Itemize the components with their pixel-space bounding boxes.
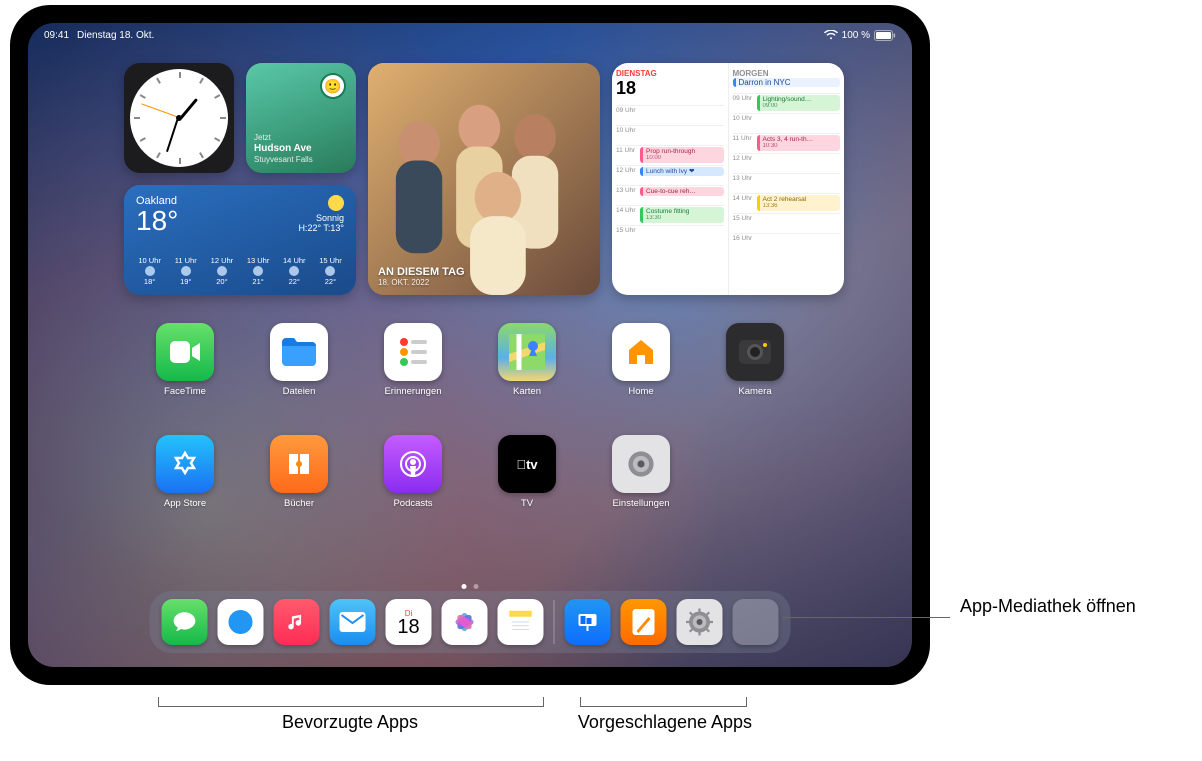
- dock-mail[interactable]: [330, 599, 376, 645]
- home-screen: 09:41 Dienstag 18. Okt. 100 %: [28, 23, 912, 667]
- facetime-icon: [156, 323, 214, 381]
- app-label: TV: [521, 498, 533, 509]
- app-label: Erinnerungen: [384, 386, 441, 397]
- dock-settings[interactable]: [677, 599, 723, 645]
- weather-widget[interactable]: Oakland 18° Sonnig H:22° T:13° 10 Uhr18°…: [124, 185, 356, 295]
- calendar-widget[interactable]: DIENSTAG 18 09 Uhr10 Uhr11 UhrProp run-t…: [612, 63, 844, 295]
- status-bar: 09:41 Dienstag 18. Okt. 100 %: [28, 23, 912, 47]
- dock-keynote[interactable]: [565, 599, 611, 645]
- findmy-now: Jetzt: [254, 133, 313, 143]
- appstore-icon: [156, 435, 214, 493]
- svg-text:tv: tv: [516, 457, 538, 472]
- app-facetime[interactable]: FaceTime: [128, 323, 242, 397]
- bracket-sugg: [580, 697, 747, 707]
- findmy-widget[interactable]: 🙂 Jetzt Hudson Ave Stuyvesant Falls: [246, 63, 356, 173]
- clock-widget[interactable]: [124, 63, 234, 173]
- dock-notes[interactable]: [498, 599, 544, 645]
- photos-date: 18. OKT. 2022: [378, 278, 465, 287]
- status-battery-text: 100 %: [842, 30, 870, 41]
- photos-title: AN DIESEM TAG: [378, 266, 465, 278]
- app-podcasts[interactable]: Podcasts: [356, 435, 470, 509]
- battery-icon: [874, 30, 896, 41]
- findmy-place: Hudson Ave: [254, 143, 313, 156]
- camera-icon: [726, 323, 784, 381]
- app-appstore[interactable]: App Store: [128, 435, 242, 509]
- dock-cal-day: 18: [397, 618, 419, 636]
- callout-fav: Bevorzugte Apps: [130, 712, 570, 733]
- app-label: FaceTime: [164, 386, 206, 397]
- cal-tomorrow-sub: Darron in NYC: [733, 78, 841, 87]
- dock-photos[interactable]: [442, 599, 488, 645]
- dock-calendar[interactable]: Di 18: [386, 599, 432, 645]
- app-camera[interactable]: Kamera: [698, 323, 812, 397]
- callout-leader: [782, 617, 950, 618]
- files-icon: [270, 323, 328, 381]
- dock-messages[interactable]: [162, 599, 208, 645]
- dock-music[interactable]: [274, 599, 320, 645]
- home-icon: [612, 323, 670, 381]
- status-time: 09:41: [44, 30, 69, 41]
- cal-today-label: DIENSTAG: [616, 69, 724, 78]
- page-indicator[interactable]: [462, 584, 479, 589]
- dock-safari[interactable]: [218, 599, 264, 645]
- app-label: Dateien: [283, 386, 316, 397]
- app-label: Kamera: [738, 386, 771, 397]
- app-label: Karten: [513, 386, 541, 397]
- app-label: Bücher: [284, 498, 314, 509]
- app-label: App Store: [164, 498, 206, 509]
- app-reminders[interactable]: Erinnerungen: [356, 323, 470, 397]
- callout-applib: App-Mediathek öffnen: [960, 595, 1180, 618]
- settings-icon: [612, 435, 670, 493]
- status-date: Dienstag 18. Okt.: [77, 30, 154, 41]
- app-label: Einstellungen: [612, 498, 669, 509]
- cal-tomorrow-label: MORGEN: [733, 69, 841, 78]
- cal-today-day: 18: [616, 78, 724, 99]
- maps-icon: [498, 323, 556, 381]
- ipad-frame: 09:41 Dienstag 18. Okt. 100 %: [10, 5, 930, 685]
- tv-icon: tv: [498, 435, 556, 493]
- app-books[interactable]: Bücher: [242, 435, 356, 509]
- reminders-icon: [384, 323, 442, 381]
- app-maps[interactable]: Karten: [470, 323, 584, 397]
- app-home[interactable]: Home: [584, 323, 698, 397]
- dock-separator: [554, 600, 555, 644]
- weather-hilo: H:22° T:13°: [298, 223, 344, 233]
- app-files[interactable]: Dateien: [242, 323, 356, 397]
- findmy-avatar-icon: 🙂: [320, 73, 346, 99]
- bracket-fav: [158, 697, 544, 707]
- app-tv[interactable]: tv TV: [470, 435, 584, 509]
- dock: Di 18: [150, 591, 791, 653]
- podcasts-icon: [384, 435, 442, 493]
- weather-cond: Sonnig: [298, 213, 344, 223]
- app-settings[interactable]: Einstellungen: [584, 435, 698, 509]
- app-label: Podcasts: [393, 498, 432, 509]
- photos-widget[interactable]: AN DIESEM TAG 18. OKT. 2022: [368, 63, 600, 295]
- dock-app-library[interactable]: [733, 599, 779, 645]
- app-label: Home: [628, 386, 653, 397]
- sun-icon: [328, 195, 344, 211]
- dock-pages[interactable]: [621, 599, 667, 645]
- findmy-area: Stuyvesant Falls: [254, 155, 313, 165]
- books-icon: [270, 435, 328, 493]
- callout-sugg: Vorgeschlagene Apps: [560, 712, 770, 733]
- wifi-icon: [824, 30, 838, 40]
